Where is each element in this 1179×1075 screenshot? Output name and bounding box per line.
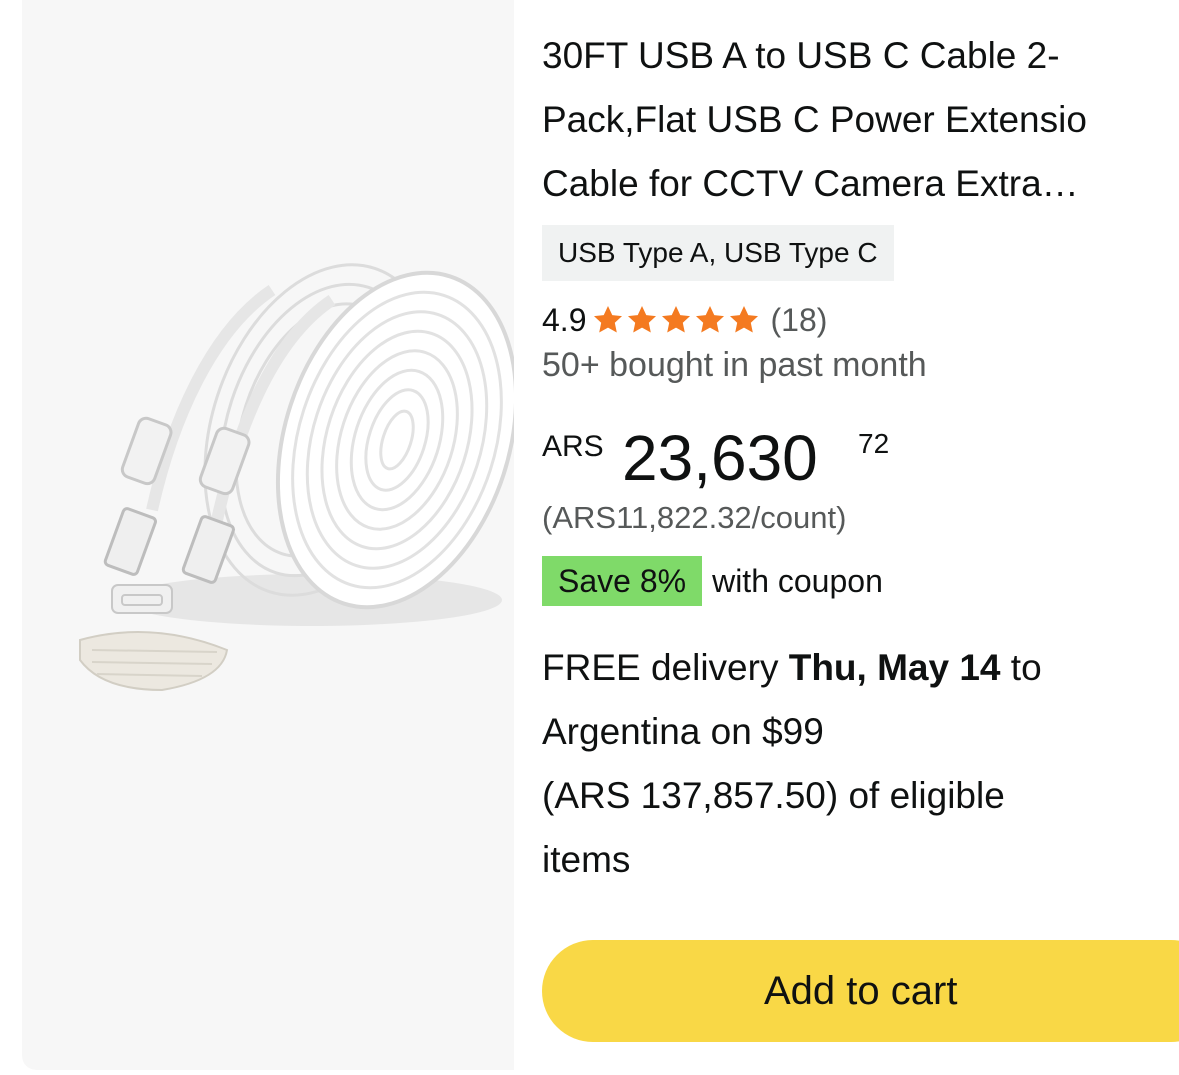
rating-stars[interactable] bbox=[592, 304, 762, 336]
variant-chip[interactable]: USB Type A, USB Type C bbox=[542, 225, 894, 281]
product-title[interactable]: 30FT USB A to USB C Cable 2- Pack,Flat U… bbox=[542, 24, 1179, 216]
coupon-badge: Save 8% bbox=[542, 556, 703, 606]
product-image bbox=[79, 263, 514, 692]
delivery-line: (ARS 137,857.50) of eligible bbox=[542, 775, 1005, 816]
star-icon bbox=[730, 306, 759, 333]
star-icon bbox=[594, 306, 623, 333]
rating-count[interactable]: (18) bbox=[770, 302, 827, 339]
price-currency: ARS bbox=[542, 430, 604, 463]
delivery-info: FREE delivery Thu, May 14 to Argentina o… bbox=[542, 636, 1179, 892]
coupon-row: Save 8% with coupon bbox=[542, 556, 883, 606]
bought-count: 50+ bought in past month bbox=[542, 346, 927, 384]
product-card[interactable]: 30FT USB A to USB C Cable 2- Pack,Flat U… bbox=[22, 0, 1179, 1070]
delivery-suffix: to bbox=[1000, 647, 1042, 688]
delivery-line: items bbox=[542, 839, 631, 880]
product-title-line[interactable]: 30FT USB A to USB C Cable 2- bbox=[542, 24, 1179, 88]
product-image-panel[interactable] bbox=[22, 0, 514, 1070]
delivery-date: Thu, May 14 bbox=[788, 647, 1001, 688]
rating-row[interactable]: 4.9 (18) bbox=[542, 296, 827, 344]
product-title-line[interactable]: Pack,Flat USB C Power Extensio bbox=[542, 88, 1179, 152]
coupon-text: with coupon bbox=[712, 562, 883, 599]
delivery-prefix: FREE delivery bbox=[542, 647, 789, 688]
star-icon bbox=[628, 306, 657, 333]
product-title-line[interactable]: Cable for CCTV Camera Extra… bbox=[542, 152, 1179, 216]
price-whole: 23,630 bbox=[622, 422, 818, 494]
star-icon bbox=[662, 306, 691, 333]
delivery-line: FREE delivery Thu, May 14 to bbox=[542, 636, 1179, 700]
price-fraction: 72 bbox=[858, 428, 890, 459]
add-to-cart-button[interactable]: Add to cart bbox=[542, 940, 1179, 1042]
delivery-line: Argentina on $99 bbox=[542, 711, 824, 752]
rating-value: 4.9 bbox=[542, 301, 587, 338]
unit-price: (ARS11,822.32/count) bbox=[542, 500, 847, 535]
star-icon bbox=[696, 306, 725, 333]
